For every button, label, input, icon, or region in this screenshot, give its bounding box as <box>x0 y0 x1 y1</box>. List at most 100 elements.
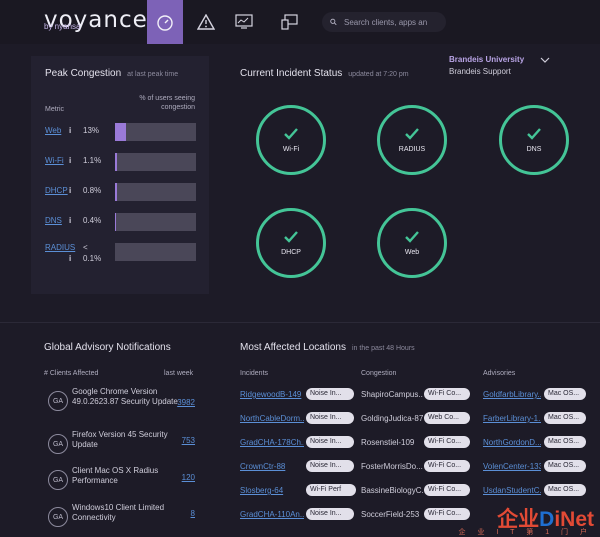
advisory-count-link[interactable]: 753 <box>182 436 195 445</box>
advisories-column-header: Advisories <box>483 370 516 377</box>
peak-row-radius: RADIUS < i 0.1% <box>45 243 215 265</box>
location-row: NorthCableDorm... Noise In... GoldingJud… <box>240 411 600 427</box>
status-circle-dns[interactable]: DNS <box>499 105 569 175</box>
incident-tag[interactable]: Wi-Fi Perf <box>306 484 356 496</box>
peak-row-dns: DNS i 0.4% <box>45 213 215 231</box>
peak-row-web: Web i 13% <box>45 123 215 141</box>
top-navigation-bar: voyance by nyansa <box>0 0 600 44</box>
advisory-tag[interactable]: Mac OS... <box>544 436 586 448</box>
congestion-bar <box>115 213 196 231</box>
incident-location-link[interactable]: RidgewoodB-149 <box>240 390 304 399</box>
info-icon[interactable]: i <box>69 126 71 135</box>
info-icon[interactable]: i <box>69 186 71 195</box>
incident-subtitle: updated at 7:20 pm <box>348 71 409 78</box>
advisory-title: Global Advisory Notifications <box>44 342 171 353</box>
info-icon[interactable]: i <box>69 216 71 225</box>
status-label: DHCP <box>281 248 301 256</box>
nav-alerts-button[interactable] <box>188 0 224 44</box>
search-box[interactable] <box>322 12 446 32</box>
nav-reports-button[interactable] <box>226 0 262 44</box>
nav-devices-button[interactable] <box>272 0 308 44</box>
congestion-bar <box>115 123 196 141</box>
organization-selector[interactable]: Brandeis University Brandeis Support <box>449 55 569 79</box>
incident-tag[interactable]: Noise In... <box>306 436 354 448</box>
congestion-location: GoldingJudica-87 <box>361 414 423 423</box>
info-icon[interactable]: i <box>69 156 71 165</box>
status-circle-web[interactable]: Web <box>377 208 447 278</box>
status-label: Wi-Fi <box>282 145 300 153</box>
advisory-count-link[interactable]: 3982 <box>177 398 195 407</box>
congestion-location: ShapiroCampus... <box>361 390 423 399</box>
locations-title-text: Most Affected Locations <box>240 342 346 353</box>
congestion-tag[interactable]: Wi-Fi Co... <box>424 508 470 520</box>
incidents-column-header: Incidents <box>240 370 269 377</box>
advisory-count-link[interactable]: 120 <box>182 473 195 482</box>
metric-link-wifi[interactable]: Wi-Fi <box>45 156 64 165</box>
metric-pct: 0.4% <box>83 216 102 225</box>
congestion-tag[interactable]: Web Co... <box>424 412 470 424</box>
incident-tag[interactable]: Noise In... <box>306 412 354 424</box>
incident-tag[interactable]: Noise In... <box>306 508 354 520</box>
location-row: RidgewoodB-149 Noise In... ShapiroCampus… <box>240 387 600 403</box>
metric-pct: 1.1% <box>83 156 102 165</box>
metric-link-dns[interactable]: DNS <box>45 216 62 225</box>
incident-location-link[interactable]: NorthCableDorm... <box>240 414 304 423</box>
incident-location-link[interactable]: GradCHA-110An... <box>240 510 304 519</box>
metric-link-web[interactable]: Web <box>45 126 61 135</box>
advisory-location-link[interactable]: FarberLibrary-1... <box>483 414 541 423</box>
metric-pct-prefix: < <box>83 243 88 252</box>
congestion-tag[interactable]: Wi-Fi Co... <box>424 484 470 496</box>
chevron-down-icon <box>540 57 550 63</box>
congestion-tag[interactable]: Wi-Fi Co... <box>424 388 470 400</box>
peak-congestion-title: Peak Congestion at last peak time <box>45 68 178 79</box>
location-row: GradCHA-178Ch... Noise In... Rosenstiel-… <box>240 435 600 451</box>
congestion-bar <box>115 243 196 261</box>
locations-title: Most Affected Locations in the past 48 Ho… <box>240 342 415 353</box>
advisory-tag[interactable]: Mac OS... <box>544 484 586 496</box>
advisory-avatar: GA <box>48 434 68 454</box>
advisory-count-link[interactable]: 8 <box>191 509 195 518</box>
congestion-tag[interactable]: Wi-Fi Co... <box>424 436 470 448</box>
advisory-location-link[interactable]: GoldfarbLibrary... <box>483 390 541 399</box>
search-input[interactable] <box>342 16 446 28</box>
devices-icon <box>281 14 298 30</box>
pct-column-header-line2: congestion <box>161 104 195 111</box>
incident-location-link[interactable]: Slosberg-64 <box>240 486 304 495</box>
metric-link-dhcp[interactable]: DHCP <box>45 186 68 195</box>
advisory-tag[interactable]: Mac OS... <box>544 388 586 400</box>
watermark-subtext: 企 业 I T 第 1 门 户 <box>458 529 592 536</box>
monitor-chart-icon <box>235 14 253 29</box>
pct-column-header-line1: % of users seeing <box>139 95 195 102</box>
advisory-location-link[interactable]: VolenCenter-133 <box>483 462 541 471</box>
advisory-location-link[interactable]: UsdanStudentC... <box>483 486 541 495</box>
info-icon[interactable]: i <box>69 254 71 263</box>
checkmark-icon <box>405 127 419 140</box>
congestion-tag[interactable]: Wi-Fi Co... <box>424 460 470 472</box>
advisory-tag[interactable]: Mac OS... <box>544 412 586 424</box>
status-circle-dhcp[interactable]: DHCP <box>256 208 326 278</box>
incident-location-link[interactable]: GradCHA-178Ch... <box>240 438 304 447</box>
advisory-location-link[interactable]: NorthGordonD... <box>483 438 541 447</box>
congestion-bar-fill <box>115 153 117 171</box>
incident-location-link[interactable]: CrownCtr-88 <box>240 462 304 471</box>
incident-tag[interactable]: Noise In... <box>306 388 354 400</box>
advisory-tag[interactable]: Mac OS... <box>544 460 586 472</box>
clients-affected-header: # Clients Affected <box>44 370 99 377</box>
advisory-avatar: GA <box>48 507 68 527</box>
status-circle-radius[interactable]: RADIUS <box>377 105 447 175</box>
advisory-row: GA Windows10 Client Limited Connectivity… <box>44 503 199 533</box>
advisory-row: GA Client Mac OS X Radius Performance 12… <box>44 466 199 496</box>
peak-title-text: Peak Congestion <box>45 68 122 79</box>
status-circle-wifi[interactable]: Wi-Fi <box>256 105 326 175</box>
metric-link-radius[interactable]: RADIUS <box>45 243 75 252</box>
congestion-location: FosterMorrisDo... <box>361 462 423 471</box>
advisory-row: GA Google Chrome Version 49.0.2623.87 Se… <box>44 387 199 417</box>
locations-subtitle: in the past 48 Hours <box>352 345 415 352</box>
nav-dashboard-button[interactable] <box>147 0 183 44</box>
congestion-bar-fill <box>115 183 117 201</box>
congestion-location: Rosenstiel-109 <box>361 438 415 447</box>
incident-tag[interactable]: Noise In... <box>306 460 354 472</box>
status-label: Web <box>404 248 420 256</box>
peak-congestion-panel: Peak Congestion at last peak time Metric … <box>31 56 209 294</box>
incident-status-title: Current Incident Status updated at 7:20 p… <box>240 68 409 79</box>
